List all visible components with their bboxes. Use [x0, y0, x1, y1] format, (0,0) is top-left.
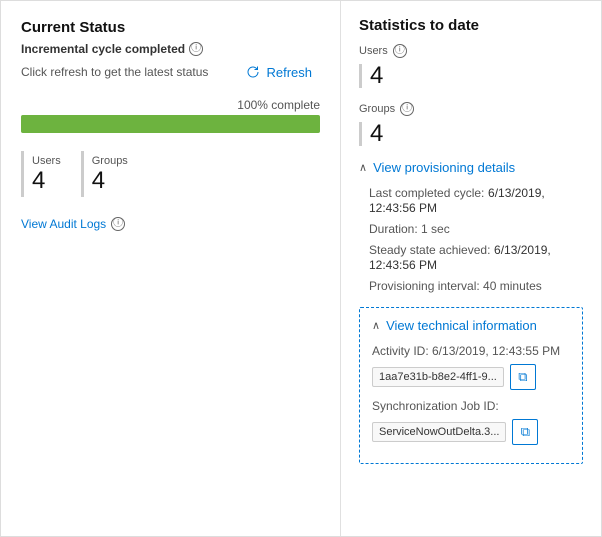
- subtitle-info-icon[interactable]: ⓘ: [189, 42, 203, 56]
- provisioning-details-toggle[interactable]: ∧ View provisioning details: [359, 160, 583, 175]
- right-users-label: Users: [359, 45, 388, 57]
- users-value: 4: [32, 169, 61, 193]
- right-users-group: Users ⓘ 4: [359, 44, 583, 88]
- provisioning-details-content: Last completed cycle: 6/13/2019, 12:43:5…: [359, 185, 583, 293]
- technical-info-toggle[interactable]: ∧ View technical information: [372, 318, 570, 333]
- sync-job-copy-row: ServiceNowOutDelta.3... ⧉: [372, 419, 570, 445]
- activity-id-copy-row: 1aa7e31b-b8e2-4ff1-9... ⧉: [372, 364, 570, 390]
- duration-label: Duration: 1 sec: [369, 222, 450, 236]
- users-stat-box: Users 4: [21, 151, 75, 197]
- provisioning-chevron-icon: ∧: [359, 161, 367, 174]
- right-groups-label: Groups: [359, 103, 395, 115]
- sync-job-label-row: Synchronization Job ID:: [372, 398, 570, 413]
- progress-bar-background: [21, 115, 320, 133]
- interval-label: Provisioning interval: 40 minutes: [369, 279, 542, 293]
- progress-bar-fill: [21, 115, 320, 133]
- copy-icon-sync: ⧉: [521, 424, 530, 440]
- click-refresh-hint: Click refresh to get the latest status: [21, 65, 208, 79]
- technical-chevron-icon: ∧: [372, 319, 380, 332]
- activity-id-label: Activity ID: 6/13/2019, 12:43:55 PM: [372, 344, 560, 358]
- statistics-title: Statistics to date: [359, 17, 583, 34]
- steady-state-row: Steady state achieved: 6/13/2019, 12:43:…: [369, 242, 583, 272]
- copy-icon-activity: ⧉: [518, 369, 527, 385]
- view-audit-logs-link[interactable]: View Audit Logs: [21, 217, 106, 231]
- progress-label: 100% complete: [21, 98, 320, 112]
- refresh-icon: [245, 64, 261, 80]
- last-cycle-row: Last completed cycle: 6/13/2019, 12:43:5…: [369, 185, 583, 215]
- right-users-info-icon[interactable]: ⓘ: [393, 44, 407, 58]
- current-status-title: Current Status: [21, 19, 320, 36]
- groups-stat-box: Groups 4: [81, 151, 142, 197]
- steady-state-label: Steady state achieved:: [369, 243, 490, 257]
- cycle-status-text: Incremental cycle completed: [21, 42, 185, 56]
- sync-job-field: ServiceNowOutDelta.3...: [372, 422, 506, 442]
- users-label: Users: [32, 155, 61, 167]
- audit-info-icon[interactable]: ⓘ: [111, 217, 125, 231]
- interval-row: Provisioning interval: 40 minutes: [369, 278, 583, 293]
- groups-label: Groups: [92, 155, 128, 167]
- sync-job-label: Synchronization Job ID:: [372, 399, 499, 413]
- activity-id-copy-button[interactable]: ⧉: [510, 364, 536, 390]
- technical-info-box: ∧ View technical information Activity ID…: [359, 307, 583, 464]
- stats-row: Users 4 Groups 4: [21, 151, 320, 197]
- last-cycle-label: Last completed cycle:: [369, 186, 484, 200]
- groups-value: 4: [92, 169, 128, 193]
- refresh-button[interactable]: Refresh: [237, 60, 320, 84]
- right-groups-label-row: Groups ⓘ: [359, 102, 583, 116]
- duration-row: Duration: 1 sec: [369, 221, 583, 236]
- audit-link-row: View Audit Logs ⓘ: [21, 217, 320, 231]
- left-panel: Current Status Incremental cycle complet…: [1, 1, 341, 536]
- provisioning-details-label: View provisioning details: [373, 160, 515, 175]
- sync-job-copy-button[interactable]: ⧉: [512, 419, 538, 445]
- refresh-label: Refresh: [266, 65, 312, 80]
- right-users-value: 4: [359, 64, 583, 88]
- activity-id-field: 1aa7e31b-b8e2-4ff1-9...: [372, 367, 504, 387]
- right-users-label-row: Users ⓘ: [359, 44, 583, 58]
- technical-info-label: View technical information: [386, 318, 537, 333]
- right-groups-info-icon[interactable]: ⓘ: [400, 102, 414, 116]
- right-panel: Statistics to date Users ⓘ 4 Groups ⓘ 4 …: [341, 1, 601, 536]
- right-groups-group: Groups ⓘ 4: [359, 102, 583, 146]
- activity-id-label-row: Activity ID: 6/13/2019, 12:43:55 PM: [372, 343, 570, 358]
- right-groups-value: 4: [359, 122, 583, 146]
